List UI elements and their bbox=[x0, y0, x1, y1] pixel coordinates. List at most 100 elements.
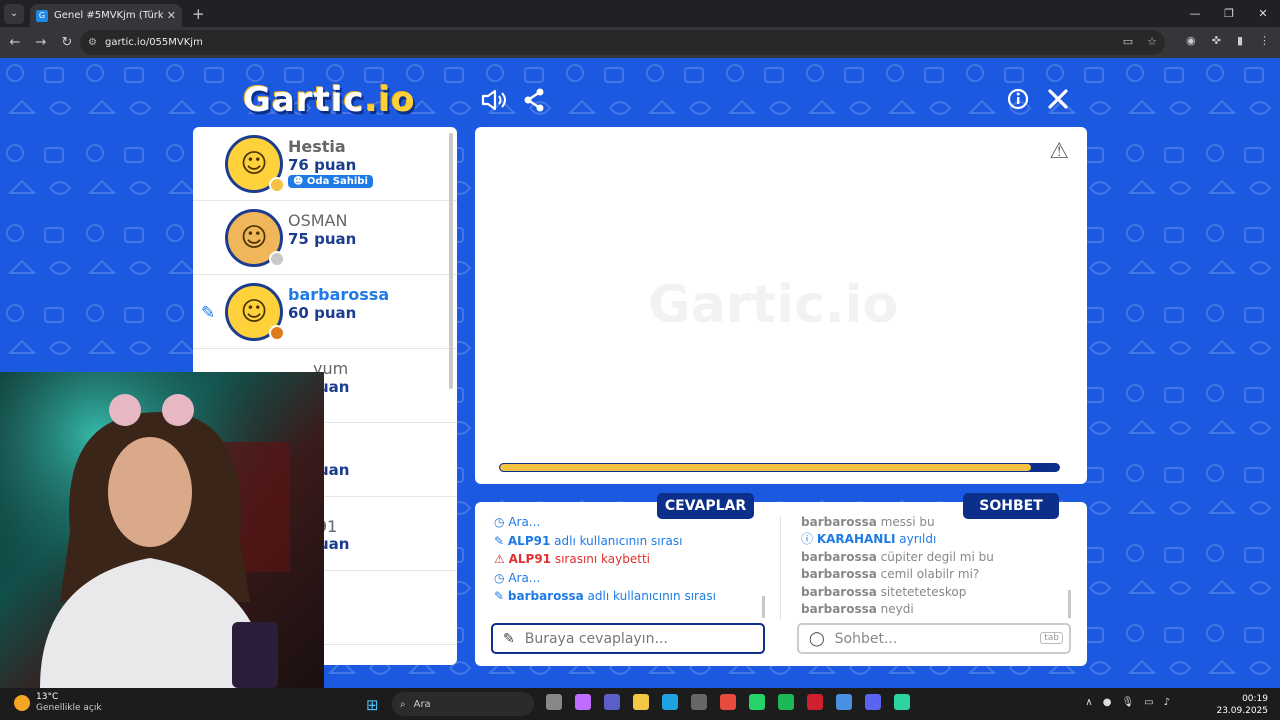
round-timer-fill bbox=[500, 464, 1032, 471]
player-row[interactable]: ✎ ☺ barbarossa 60 puan bbox=[193, 275, 457, 349]
minimize-button[interactable]: — bbox=[1178, 0, 1212, 27]
gartic-logo: Gartic.io bbox=[243, 80, 416, 120]
drawing-pencil-icon: ✎ bbox=[201, 303, 216, 323]
chat-scrollbar[interactable] bbox=[1068, 590, 1071, 618]
chat-line: barbarossa neydi bbox=[801, 602, 914, 617]
browser-tabbar: ⌄ G Genel #5MVKjm (Türkçe) - Gartic ✕ + … bbox=[0, 0, 1280, 27]
whatsapp-icon[interactable] bbox=[749, 694, 765, 710]
chat-line: barbarossa messi bu bbox=[801, 515, 935, 529]
taskbar-apps bbox=[546, 694, 910, 710]
round-timer-bar bbox=[499, 463, 1060, 472]
info-icon: ⓘ bbox=[801, 532, 814, 547]
url-text: gartic.io/055MVKjm bbox=[104, 37, 203, 48]
site-info-icon[interactable]: ⚙ bbox=[88, 37, 97, 48]
gartic-favicon-icon: G bbox=[36, 9, 48, 22]
back-button[interactable]: ← bbox=[2, 35, 28, 50]
search-icon: ◯ bbox=[809, 630, 825, 647]
answer-line: ⚠ ALP91 sırasını kaybetti bbox=[494, 552, 650, 567]
system-tray: ∧ ● 🎙 ▭ ♪ bbox=[1085, 697, 1170, 708]
taskbar-clock[interactable]: 00:19 23.09.2025 bbox=[1216, 693, 1268, 717]
sound-toggle-icon[interactable] bbox=[480, 86, 508, 114]
tab-close-icon[interactable]: ✕ bbox=[167, 9, 176, 22]
exit-close-icon[interactable] bbox=[1046, 87, 1070, 111]
warning-icon: ⚠ bbox=[494, 552, 505, 567]
player-name: barbarossa bbox=[288, 285, 390, 304]
room-owner-badge: ☻ Oda Sahibi bbox=[288, 175, 373, 188]
taskbar-search[interactable]: ⌕ Ara bbox=[392, 692, 534, 716]
tab-search-button[interactable]: ⌄ bbox=[4, 3, 24, 24]
chrome-icon[interactable] bbox=[720, 694, 736, 710]
answers-log: ◷ Ara... ✎ ALP91 adlı kullanıcının sıras… bbox=[494, 513, 764, 606]
weather-temp: 13°C bbox=[36, 692, 59, 702]
webcam-overlay bbox=[0, 372, 324, 688]
window-controls: — ❐ ✕ bbox=[1178, 0, 1280, 27]
pencil-icon: ✎ bbox=[494, 533, 505, 548]
report-warning-icon[interactable]: ⚠ bbox=[1049, 139, 1069, 164]
address-bar[interactable]: ⚙ gartic.io/055MVKjm ▭ ☆ bbox=[80, 30, 1165, 55]
cast-icon[interactable]: ▭ bbox=[1123, 35, 1133, 48]
spotify-icon[interactable] bbox=[778, 694, 794, 710]
new-tab-button[interactable]: + bbox=[192, 5, 205, 23]
player-list-scrollbar[interactable] bbox=[449, 133, 453, 389]
browser-toolbar: ← → ↻ ⚙ gartic.io/055MVKjm ▭ ☆ ◉ ✜ ▮ ⋮ bbox=[0, 27, 1280, 58]
player-score: 60 puan bbox=[288, 304, 357, 322]
clock-icon: ◷ bbox=[494, 570, 505, 585]
microphone-icon[interactable]: 🎙 bbox=[1121, 697, 1134, 708]
tab-title: Genel #5MVKjm (Türkçe) - Gartic bbox=[54, 10, 163, 21]
player-row[interactable]: ☺ Hestia 76 puan ☻ Oda Sahibi bbox=[193, 127, 457, 201]
player-row[interactable]: ☺ OSMAN 75 puan bbox=[193, 201, 457, 275]
pencil-icon: ✎ bbox=[503, 630, 515, 647]
player-name: OSMAN bbox=[288, 211, 348, 230]
reload-button[interactable]: ↻ bbox=[54, 35, 80, 50]
answers-scrollbar[interactable] bbox=[762, 596, 765, 618]
copilot-icon[interactable] bbox=[575, 694, 591, 710]
chat-line: ⓘ KARAHANLI ayrıldı bbox=[801, 532, 937, 547]
app-icon[interactable] bbox=[894, 694, 910, 710]
extensions-puzzle-icon[interactable]: ✜ bbox=[1212, 34, 1221, 47]
display-icon[interactable]: ▭ bbox=[1144, 697, 1153, 708]
search-icon: ⌕ bbox=[400, 698, 406, 710]
weather-widget[interactable]: 13°C Genellikle açık bbox=[14, 692, 102, 714]
opera-icon[interactable] bbox=[807, 694, 823, 710]
weather-sun-icon bbox=[14, 695, 30, 711]
chat-line: barbarossa cüpiter degil mi bu bbox=[801, 549, 994, 564]
drawing-canvas[interactable]: ⚠ Gartic.io bbox=[475, 127, 1087, 484]
chat-line: barbarossa siteteteteskop bbox=[801, 584, 967, 599]
player-score: 76 puan bbox=[288, 156, 357, 174]
status-dot bbox=[269, 251, 285, 267]
chat-log: barbarossa messi bu ⓘ KARAHANLI ayrıldı … bbox=[801, 514, 1066, 618]
edge-icon[interactable] bbox=[662, 694, 678, 710]
teams-icon[interactable] bbox=[604, 694, 620, 710]
chat-divider bbox=[780, 516, 781, 620]
store-icon[interactable] bbox=[691, 694, 707, 710]
canvas-watermark: Gartic.io bbox=[648, 275, 899, 335]
profile-avatar[interactable]: ▮ bbox=[1237, 34, 1243, 47]
answer-line: ◷ Ara... bbox=[494, 570, 541, 585]
browser-menu-icon[interactable]: ⋮ bbox=[1259, 34, 1270, 47]
tray-app-icon[interactable]: ● bbox=[1103, 697, 1112, 708]
extension-icon[interactable]: ◉ bbox=[1186, 34, 1196, 47]
tray-chevron-icon[interactable]: ∧ bbox=[1085, 697, 1092, 708]
task-view-icon[interactable] bbox=[546, 694, 562, 710]
windows-start-icon[interactable]: ⊞ bbox=[366, 696, 379, 714]
info-icon[interactable] bbox=[1006, 87, 1030, 111]
chat-input[interactable]: ◯ Sohbet... tab bbox=[797, 623, 1071, 654]
browser-tab[interactable]: G Genel #5MVKjm (Türkçe) - Gartic ✕ bbox=[30, 4, 182, 27]
player-name: Hestia bbox=[288, 137, 346, 156]
volume-icon[interactable]: ♪ bbox=[1164, 697, 1170, 708]
answer-input[interactable]: ✎ Buraya cevaplayın... bbox=[491, 623, 765, 654]
answer-line: ◷ Ara... bbox=[494, 515, 541, 529]
window-close-button[interactable]: ✕ bbox=[1246, 0, 1280, 27]
forward-button[interactable]: → bbox=[28, 35, 54, 50]
bookmark-star-icon[interactable]: ☆ bbox=[1147, 35, 1157, 48]
answer-line: ✎ ALP91 adlı kullanıcının sırası bbox=[494, 533, 683, 548]
restore-button[interactable]: ❐ bbox=[1212, 0, 1246, 27]
discord-icon[interactable] bbox=[865, 694, 881, 710]
app-icon[interactable] bbox=[836, 694, 852, 710]
status-dot bbox=[269, 325, 285, 341]
share-icon[interactable] bbox=[522, 86, 546, 114]
status-dot bbox=[269, 177, 285, 193]
weather-desc: Genellikle açık bbox=[36, 703, 102, 713]
file-explorer-icon[interactable] bbox=[633, 694, 649, 710]
clock-icon: ◷ bbox=[494, 515, 505, 529]
